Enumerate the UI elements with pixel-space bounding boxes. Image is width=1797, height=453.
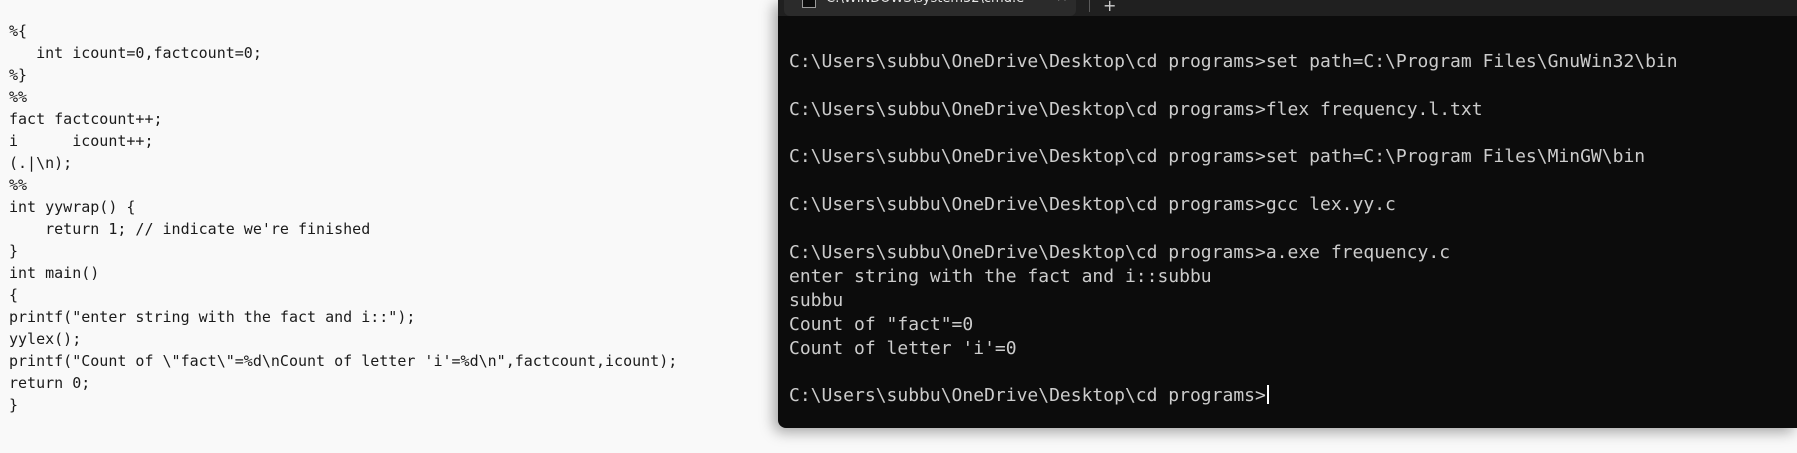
code-line: printf("enter string with the fact and i… bbox=[9, 308, 416, 326]
close-tab-button[interactable]: × bbox=[1056, 0, 1068, 5]
code-line: fact factcount++; bbox=[9, 110, 163, 128]
terminal-line: C:\Users\subbu\OneDrive\Desktop\cd progr… bbox=[789, 51, 1678, 72]
terminal-output-line: enter string with the fact and i::subbu bbox=[789, 266, 1212, 287]
code-line: i icount++; bbox=[9, 132, 154, 150]
terminal-line: C:\Users\subbu\OneDrive\Desktop\cd progr… bbox=[789, 146, 1646, 167]
terminal-tab[interactable]: C:\WINDOWS\system32\cmd.e × bbox=[784, 0, 1076, 16]
code-line: return 0; bbox=[9, 374, 91, 392]
new-tab-button[interactable]: + bbox=[1103, 0, 1116, 15]
text-cursor bbox=[1266, 385, 1269, 404]
terminal-output-line: Count of "fact"=0 bbox=[789, 314, 974, 335]
code-line: int yywrap() { bbox=[9, 198, 136, 216]
terminal-icon bbox=[802, 0, 816, 8]
terminal-window[interactable]: C:\WINDOWS\system32\cmd.e × + C:\Users\s… bbox=[778, 0, 1797, 428]
code-line: } bbox=[9, 242, 19, 260]
terminal-output-line: Count of letter 'i'=0 bbox=[789, 338, 1017, 359]
code-line: %} bbox=[9, 66, 28, 84]
tab-title: C:\WINDOWS\system32\cmd.e bbox=[826, 0, 1026, 8]
code-line: yylex(); bbox=[9, 330, 82, 348]
terminal-output-line: subbu bbox=[789, 290, 844, 311]
code-line: %{ bbox=[9, 22, 28, 40]
code-editor[interactable]: %{ int icount=0,factcount=0; %} %% fact … bbox=[0, 0, 800, 453]
code-line: int icount=0,factcount=0; bbox=[9, 44, 262, 62]
terminal-line: C:\Users\subbu\OneDrive\Desktop\cd progr… bbox=[789, 242, 1451, 263]
code-line: int main() bbox=[9, 264, 100, 282]
code-line: } bbox=[9, 396, 19, 414]
terminal-prompt[interactable]: C:\Users\subbu\OneDrive\Desktop\cd progr… bbox=[789, 384, 1269, 408]
code-line: printf("Count of \"fact\"=%d\nCount of l… bbox=[9, 352, 678, 370]
code-line: return 1; // indicate we're finished bbox=[9, 220, 371, 238]
code-line: { bbox=[9, 286, 19, 304]
tab-divider bbox=[1089, 0, 1090, 12]
terminal-line: C:\Users\subbu\OneDrive\Desktop\cd progr… bbox=[789, 194, 1396, 215]
code-line: %% bbox=[9, 88, 28, 106]
code-line: (.|\n); bbox=[9, 154, 73, 172]
terminal-tab-bar: C:\WINDOWS\system32\cmd.e × + bbox=[778, 0, 1797, 16]
prompt-text: C:\Users\subbu\OneDrive\Desktop\cd progr… bbox=[789, 385, 1266, 406]
code-line: %% bbox=[9, 176, 28, 194]
terminal-line: C:\Users\subbu\OneDrive\Desktop\cd progr… bbox=[789, 99, 1483, 120]
